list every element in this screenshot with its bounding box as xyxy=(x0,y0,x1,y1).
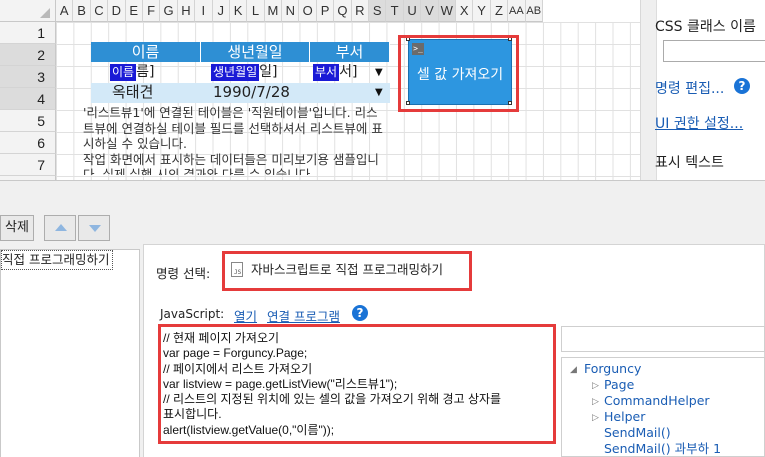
field-text-name: 름] xyxy=(136,64,155,80)
arrow-up-icon xyxy=(55,224,67,231)
column-header-j[interactable]: J xyxy=(212,0,230,22)
column-header-p[interactable]: P xyxy=(316,0,335,22)
dropdown-arrow-icon[interactable]: ▼ xyxy=(375,87,383,98)
field-text-birth: 일] xyxy=(259,64,278,80)
row-header-4[interactable]: 4 xyxy=(0,88,56,110)
select-all-triangle-icon xyxy=(40,8,50,18)
tree-expand-icon[interactable]: ▷ xyxy=(592,410,599,426)
listview-template-birth[interactable]: 생년월일 일] xyxy=(211,62,306,83)
column-header-q[interactable]: Q xyxy=(334,0,352,22)
listview-cell-birth: 1990/7/28 xyxy=(213,83,290,101)
move-down-button[interactable] xyxy=(78,215,110,241)
field-tag-name: 이름 xyxy=(110,63,137,81)
row-header-5[interactable]: 5 xyxy=(0,110,56,132)
column-header-l[interactable]: L xyxy=(247,0,265,22)
column-header-o[interactable]: O xyxy=(299,0,317,22)
column-header-e[interactable]: E xyxy=(125,0,143,22)
select-all-corner[interactable] xyxy=(0,0,56,22)
column-header-h[interactable]: H xyxy=(177,0,196,22)
delete-button[interactable]: 삭제 xyxy=(0,215,34,241)
properties-panel: CSS 클래스 이름 명령 편집... ? UI 권한 설정... 표시 텍스트 xyxy=(640,0,765,180)
linked-program-link[interactable]: 연결 프로그램 xyxy=(267,306,340,325)
field-text-dept: 서] xyxy=(339,64,358,80)
move-up-button[interactable] xyxy=(44,215,76,241)
row-header-1[interactable]: 1 xyxy=(0,22,56,44)
highlight-box xyxy=(398,35,519,112)
listview-header-dept[interactable]: 부서 xyxy=(310,42,390,62)
listview-description: '리스트뷰1'에 연결된 테이블은 '직원테이블'입니다. 리스트뷰에 연결하실… xyxy=(83,105,383,175)
field-tag-dept: 부서 xyxy=(313,63,340,81)
dropdown-arrow-icon[interactable]: ▼ xyxy=(375,67,383,78)
tree-item-page[interactable]: Page xyxy=(604,377,634,393)
tree-item-sendmail-overload[interactable]: SendMail() 과부하 1 xyxy=(604,441,721,457)
listview-header-birth[interactable]: 생년월일 xyxy=(201,42,310,62)
column-header-t[interactable]: T xyxy=(386,0,404,22)
help-icon[interactable]: ? xyxy=(734,78,750,94)
column-header-d[interactable]: D xyxy=(108,0,126,22)
command-list-item[interactable]: 직접 프로그래밍하기 xyxy=(1,250,113,270)
row-header-bar: 1 2 3 4 5 6 7 8 xyxy=(0,22,56,180)
code-editor-text[interactable]: // 현재 페이지 가져오기 var page = Forguncy.Page;… xyxy=(163,331,553,438)
tree-item-helper[interactable]: Helper xyxy=(604,409,645,425)
tree-item-forguncy[interactable]: Forguncy xyxy=(584,361,641,377)
column-header-bar: A B C D E F G H I J K L M N O P Q R S T … xyxy=(56,0,543,22)
reference-search-input[interactable] xyxy=(561,326,765,352)
column-header-y[interactable]: Y xyxy=(473,0,491,22)
tree-expand-icon[interactable]: ▷ xyxy=(592,394,599,410)
column-header-w[interactable]: W xyxy=(438,0,456,22)
tree-item-commandhelper[interactable]: CommandHelper xyxy=(604,393,710,409)
display-text-label: 표시 텍스트 xyxy=(655,155,724,171)
row-header-6[interactable]: 6 xyxy=(0,132,56,154)
column-header-u[interactable]: U xyxy=(403,0,422,22)
css-class-input[interactable] xyxy=(663,40,765,62)
column-header-b[interactable]: B xyxy=(73,0,91,22)
column-header-s[interactable]: S xyxy=(369,0,387,22)
row-header-7[interactable]: 7 xyxy=(0,154,56,176)
help-icon[interactable]: ? xyxy=(352,305,368,321)
column-header-z[interactable]: Z xyxy=(490,0,509,22)
column-header-k[interactable]: K xyxy=(229,0,248,22)
column-header-g[interactable]: G xyxy=(160,0,178,22)
column-header-c[interactable]: C xyxy=(90,0,109,22)
command-toolbar: 삭제 xyxy=(0,215,150,243)
ui-permission-link[interactable]: UI 권한 설정... xyxy=(655,113,743,133)
javascript-label: JavaScript: xyxy=(160,307,225,321)
spreadsheet-area: A B C D E F G H I J K L M N O P Q R S T … xyxy=(0,0,640,180)
tree-item-sendmail[interactable]: SendMail() xyxy=(604,425,671,441)
open-link[interactable]: 열기 xyxy=(234,306,257,325)
row-header-3[interactable]: 3 xyxy=(0,66,56,88)
listview-header-name[interactable]: 이름 xyxy=(91,42,201,62)
row-header-2[interactable]: 2 xyxy=(0,44,56,66)
arrow-down-icon xyxy=(89,225,101,232)
column-header-aa[interactable]: AA xyxy=(508,0,526,22)
column-header-f[interactable]: F xyxy=(142,0,161,22)
tree-expand-icon[interactable]: ▷ xyxy=(592,378,599,394)
column-header-x[interactable]: X xyxy=(455,0,474,22)
css-class-label: CSS 클래스 이름 xyxy=(655,19,756,35)
column-header-m[interactable]: M xyxy=(264,0,283,22)
command-list[interactable]: 직접 프로그래밍하기 xyxy=(0,249,140,457)
edit-command-link[interactable]: 명령 편집... xyxy=(655,78,724,98)
reference-tree[interactable]: ◢ Forguncy ▷ Page ▷ CommandHelper ▷ Help… xyxy=(561,357,765,457)
column-header-a[interactable]: A xyxy=(56,0,74,22)
column-header-ab[interactable]: AB xyxy=(525,0,543,22)
listview-template-name[interactable]: 이름 름] xyxy=(110,62,200,83)
highlight-box xyxy=(222,251,472,291)
command-select-label: 명령 선택: xyxy=(156,266,211,281)
tree-collapse-icon[interactable]: ◢ xyxy=(570,362,577,378)
column-header-r[interactable]: R xyxy=(351,0,370,22)
column-header-n[interactable]: N xyxy=(282,0,300,22)
listview-cell-name: 옥태견 xyxy=(112,83,154,101)
column-header-v[interactable]: V xyxy=(421,0,439,22)
column-header-i[interactable]: I xyxy=(195,0,213,22)
field-tag-birth: 생년월일 xyxy=(211,63,260,81)
